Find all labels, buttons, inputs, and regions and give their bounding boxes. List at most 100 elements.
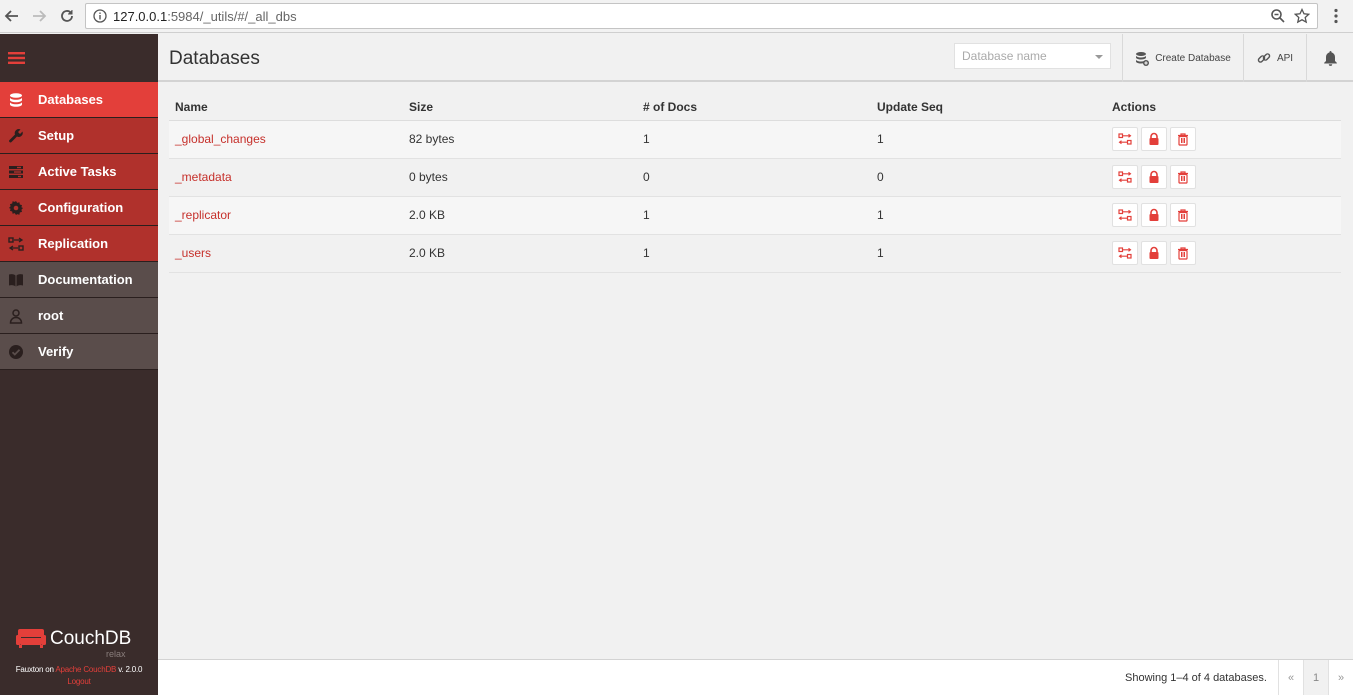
page-header: Databases Database name Create Database … [158, 34, 1353, 82]
database-plus-icon [1136, 51, 1150, 66]
couchdb-logo: CouchDB relax [16, 626, 146, 659]
trash-icon [1178, 133, 1188, 146]
couch-icon [16, 629, 46, 648]
chevron-down-icon [1095, 55, 1103, 59]
check-circle-icon [9, 344, 23, 359]
databases-table: Name Size # of Docs Update Seq Actions _… [169, 94, 1341, 273]
sidebar-item-label: root [38, 308, 64, 323]
db-size-cell: 2.0 KB [403, 234, 637, 273]
sidebar-item-label: Setup [38, 128, 75, 143]
sidebar-item-root[interactable]: root [0, 298, 158, 334]
db-name-link[interactable]: _users [175, 246, 211, 260]
bell-icon [1323, 51, 1337, 66]
arrow-right-icon [33, 10, 47, 22]
database-icon [10, 92, 22, 107]
database-search-select[interactable]: Database name [954, 43, 1111, 69]
info-icon[interactable] [93, 9, 107, 23]
db-name-link[interactable]: _global_changes [175, 132, 266, 146]
menu-toggle[interactable] [0, 34, 158, 82]
db-size-cell: 82 bytes [403, 120, 637, 159]
db-seq-cell: 1 [871, 196, 1106, 235]
reload-button[interactable] [56, 5, 78, 27]
pagination: « 1 » [1278, 660, 1353, 695]
db-name-cell: _global_changes [169, 120, 403, 159]
column-header[interactable]: Name [169, 94, 403, 121]
logo-text: CouchDB [50, 628, 132, 649]
sidebar-item-setup[interactable]: Setup [0, 118, 158, 154]
column-header[interactable]: Update Seq [871, 94, 1106, 121]
lock-icon [1149, 132, 1159, 145]
replicate-button[interactable] [1112, 127, 1138, 151]
delete-button[interactable] [1170, 241, 1196, 265]
page-1-button[interactable]: 1 [1303, 660, 1328, 695]
replicate-button[interactable] [1112, 165, 1138, 189]
replicate-button[interactable] [1112, 203, 1138, 227]
logout-link[interactable]: Logout [67, 677, 90, 686]
sidebar-item-label: Databases [38, 92, 104, 107]
table-row: _global_changes 82 bytes 1 1 [169, 120, 1341, 159]
sidebar-footer: Fauxton on Apache CouchDB v. 2.0.0 Logou… [0, 664, 158, 688]
lock-icon [1149, 246, 1159, 259]
column-header[interactable]: Size [403, 94, 637, 121]
db-seq-cell: 1 [871, 234, 1106, 273]
delete-button[interactable] [1170, 127, 1196, 151]
sidebar-item-databases[interactable]: Databases [0, 82, 158, 118]
apache-couchdb-link[interactable]: Apache CouchDB [55, 665, 116, 674]
column-header[interactable]: # of Docs [637, 94, 871, 121]
forward-button[interactable] [28, 5, 50, 27]
db-name-link[interactable]: _replicator [175, 208, 231, 222]
db-name-link[interactable]: _metadata [175, 170, 232, 184]
browser-toolbar: 127.0.0.1:5984/_utils/#/_all_dbs [0, 0, 1353, 33]
sidebar-item-label: Verify [38, 344, 74, 359]
lock-icon [1149, 208, 1159, 221]
sidebar-item-replication[interactable]: Replication [0, 226, 158, 262]
api-button[interactable]: API [1243, 34, 1306, 82]
sidebar-item-documentation[interactable]: Documentation [0, 262, 158, 298]
bookmark-star-icon[interactable] [1294, 8, 1310, 24]
browser-menu-button[interactable] [1326, 5, 1346, 27]
delete-button[interactable] [1170, 203, 1196, 227]
create-database-button[interactable]: Create Database [1122, 34, 1243, 82]
back-button[interactable] [1, 5, 23, 27]
db-size-cell: 2.0 KB [403, 196, 637, 235]
notifications-button[interactable] [1306, 34, 1353, 82]
table-row: _metadata 0 bytes 0 0 [169, 158, 1341, 197]
db-name-cell: _metadata [169, 158, 403, 197]
permissions-button[interactable] [1141, 127, 1167, 151]
link-icon [1257, 53, 1271, 63]
more-vert-icon [1334, 8, 1338, 24]
trash-icon [1178, 209, 1188, 222]
prev-page-button[interactable]: « [1278, 660, 1303, 695]
sidebar-item-active-tasks[interactable]: Active Tasks [0, 154, 158, 190]
permissions-button[interactable] [1141, 165, 1167, 189]
footer-prefix: Fauxton on [15, 665, 54, 674]
replication-icon [1118, 209, 1132, 221]
address-bar[interactable]: 127.0.0.1:5984/_utils/#/_all_dbs [85, 3, 1318, 29]
trash-icon [1178, 247, 1188, 260]
book-icon [9, 273, 23, 286]
url-text: 127.0.0.1:5984/_utils/#/_all_dbs [113, 9, 297, 24]
permissions-button[interactable] [1141, 241, 1167, 265]
lock-icon [1149, 170, 1159, 183]
delete-button[interactable] [1170, 165, 1196, 189]
zoom-icon[interactable] [1270, 8, 1286, 24]
user-icon [9, 308, 23, 324]
tasks-icon [9, 165, 23, 178]
replicate-button[interactable] [1112, 241, 1138, 265]
table-row: _users 2.0 KB 1 1 [169, 234, 1341, 273]
pagination-bar: Showing 1–4 of 4 databases. « 1 » [158, 659, 1353, 695]
db-actions-cell [1106, 158, 1341, 197]
permissions-button[interactable] [1141, 203, 1167, 227]
sidebar-item-label: Replication [38, 236, 109, 251]
sidebar-item-configuration[interactable]: Configuration [0, 190, 158, 226]
sidebar-item-label: Documentation [38, 272, 133, 287]
sidebar-item-label: Active Tasks [38, 164, 117, 179]
sidebar-item-verify[interactable]: Verify [0, 334, 158, 370]
next-page-button[interactable]: » [1328, 660, 1353, 695]
version-text: v. 2.0.0 [118, 665, 143, 674]
db-docs-cell: 0 [637, 158, 871, 197]
arrow-left-icon [4, 10, 18, 22]
replication-icon [1118, 171, 1132, 183]
replication-icon [8, 236, 24, 251]
db-actions-cell [1106, 120, 1341, 159]
